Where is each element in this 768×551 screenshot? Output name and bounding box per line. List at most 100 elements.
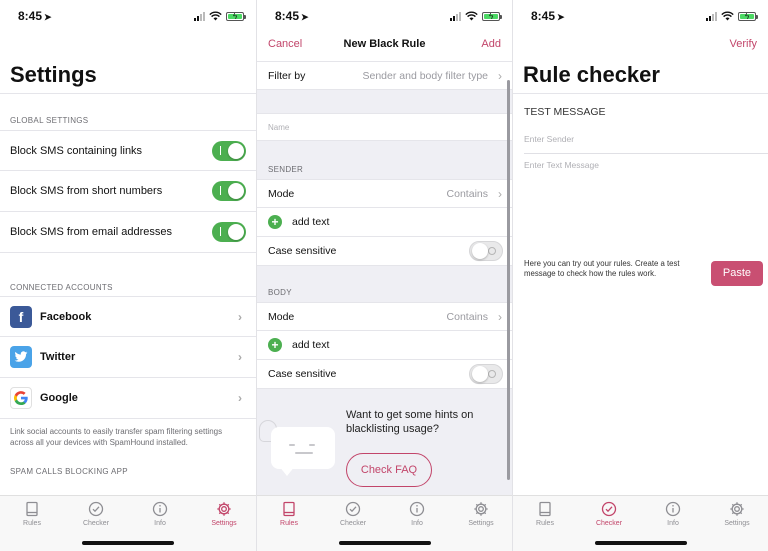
case-sensitive-label: Case sensitive <box>268 368 337 380</box>
chevron-right-icon: › <box>238 391 242 405</box>
sender-add-text-row[interactable]: + add text <box>257 208 512 237</box>
battery-icon: ϟ <box>738 11 758 21</box>
gear-icon <box>730 502 744 516</box>
toggle-row-email: Block SMS from email addresses <box>0 212 256 253</box>
nav-title: New Black Rule <box>343 38 426 50</box>
tab-label: Rules <box>280 520 298 527</box>
filter-by-row[interactable]: Filter by Sender and body filter type › <box>257 61 512 90</box>
home-indicator <box>82 541 174 545</box>
section-sender: SENDER <box>268 165 304 174</box>
chevron-right-icon: › <box>498 309 502 324</box>
mode-value: Contains <box>446 310 488 323</box>
add-text-label: add text <box>292 339 330 351</box>
tab-bar: Rules Checker Info Settings <box>0 495 256 551</box>
tab-checker[interactable]: Checker <box>321 501 385 527</box>
section-body: BODY <box>268 288 292 297</box>
book-icon <box>26 501 38 517</box>
signal-icon <box>450 11 461 21</box>
tab-info[interactable]: Info <box>128 501 192 527</box>
info-icon <box>152 501 168 517</box>
tab-label: Rules <box>536 520 554 527</box>
tab-settings[interactable]: Settings <box>705 501 768 527</box>
account-row-google[interactable]: Google › <box>0 378 256 419</box>
rule-name-input[interactable]: Name <box>268 123 289 132</box>
tab-label: Checker <box>595 520 623 527</box>
signal-icon <box>706 11 717 21</box>
paste-button[interactable]: Paste <box>711 261 763 286</box>
battery-icon: ϟ <box>226 11 246 21</box>
rule-checker-screen: 8:45 ➤ ϟ Verify Rule checker TEST MESSAGE… <box>512 0 768 551</box>
rule-name-row[interactable]: Name <box>257 113 512 141</box>
toggle-label: Block SMS from email addresses <box>10 226 172 238</box>
tab-label: Settings <box>724 520 750 527</box>
info-icon <box>665 501 681 517</box>
check-circle-icon <box>345 501 361 517</box>
toggle-label: Block SMS from short numbers <box>10 185 163 197</box>
account-label: Twitter <box>40 351 76 363</box>
accounts-footnote: Link social accounts to easily transfer … <box>10 427 223 447</box>
tab-settings[interactable]: Settings <box>192 501 256 527</box>
add-button[interactable]: Add <box>481 38 501 50</box>
sender-input[interactable]: Enter Sender <box>524 134 768 144</box>
wifi-icon <box>209 11 222 21</box>
tab-label: Info <box>667 520 679 527</box>
settings-screen: 8:45 ➤ ϟ Settings GLOBAL SETTINGS Block S… <box>0 0 256 551</box>
section-global-settings: GLOBAL SETTINGS <box>10 116 89 125</box>
block-links-toggle[interactable] <box>212 140 246 161</box>
signal-icon <box>194 11 205 21</box>
book-icon <box>283 501 295 517</box>
tab-label: Info <box>411 520 423 527</box>
verify-button[interactable]: Verify <box>729 38 757 50</box>
mode-value: Contains <box>446 187 488 200</box>
home-indicator <box>595 541 687 545</box>
wifi-icon <box>465 11 478 21</box>
page-title: Rule checker <box>523 62 660 87</box>
gear-icon <box>217 502 231 516</box>
twitter-icon <box>10 346 32 368</box>
chevron-right-icon: › <box>238 350 242 364</box>
scrollbar[interactable] <box>507 80 510 480</box>
block-email-toggle[interactable] <box>212 222 246 242</box>
message-textarea[interactable]: Enter Text Message <box>524 160 768 240</box>
tab-bar: Rules Checker Info Settings <box>513 495 768 551</box>
status-bar: 8:45 ➤ ϟ <box>0 0 256 32</box>
chat-bubble-icon <box>271 427 335 469</box>
section-spam-calls: SPAM CALLS BLOCKING APP <box>10 467 128 476</box>
tab-rules[interactable]: Rules <box>0 501 64 527</box>
sender-case-toggle[interactable] <box>469 241 503 261</box>
account-row-facebook[interactable]: f Facebook › <box>0 296 256 337</box>
status-time: 8:45 ➤ <box>531 9 565 23</box>
toggle-label: Block SMS containing links <box>10 144 143 157</box>
body-case-toggle[interactable] <box>469 364 503 384</box>
body-mode-row[interactable]: Mode Contains › <box>257 302 512 331</box>
case-sensitive-label: Case sensitive <box>268 245 337 257</box>
sender-mode-row[interactable]: Mode Contains › <box>257 179 512 208</box>
tab-info[interactable]: Info <box>385 501 449 527</box>
sender-case-row: Case sensitive <box>257 237 512 266</box>
mode-label: Mode <box>268 310 295 323</box>
tab-rules[interactable]: Rules <box>513 501 577 527</box>
nav-bar: Cancel New Black Rule Add <box>257 34 512 56</box>
block-short-numbers-toggle[interactable] <box>212 181 246 201</box>
tab-label: Settings <box>468 520 494 527</box>
tab-settings[interactable]: Settings <box>449 501 512 527</box>
tab-checker[interactable]: Checker <box>64 501 128 527</box>
status-bar: 8:45 ➤ ϟ <box>513 0 768 32</box>
tab-label: Rules <box>23 520 41 527</box>
toggle-row-links: Block SMS containing links <box>0 130 256 171</box>
page-title: Settings <box>10 62 97 87</box>
status-time: 8:45 ➤ <box>275 9 309 23</box>
check-faq-button[interactable]: Check FAQ <box>346 453 432 487</box>
faq-hint-text: Want to get some hints on blacklisting u… <box>346 409 474 435</box>
tab-rules[interactable]: Rules <box>257 501 321 527</box>
status-bar: 8:45 ➤ ϟ <box>257 0 512 32</box>
body-add-text-row[interactable]: + add text <box>257 331 512 360</box>
account-row-twitter[interactable]: Twitter › <box>0 337 256 378</box>
account-label: Facebook <box>40 310 92 323</box>
tab-checker[interactable]: Checker <box>577 501 641 527</box>
tab-info[interactable]: Info <box>641 501 705 527</box>
home-indicator <box>339 541 431 545</box>
book-icon <box>539 501 551 517</box>
battery-icon: ϟ <box>482 11 502 21</box>
wifi-icon <box>721 11 734 21</box>
